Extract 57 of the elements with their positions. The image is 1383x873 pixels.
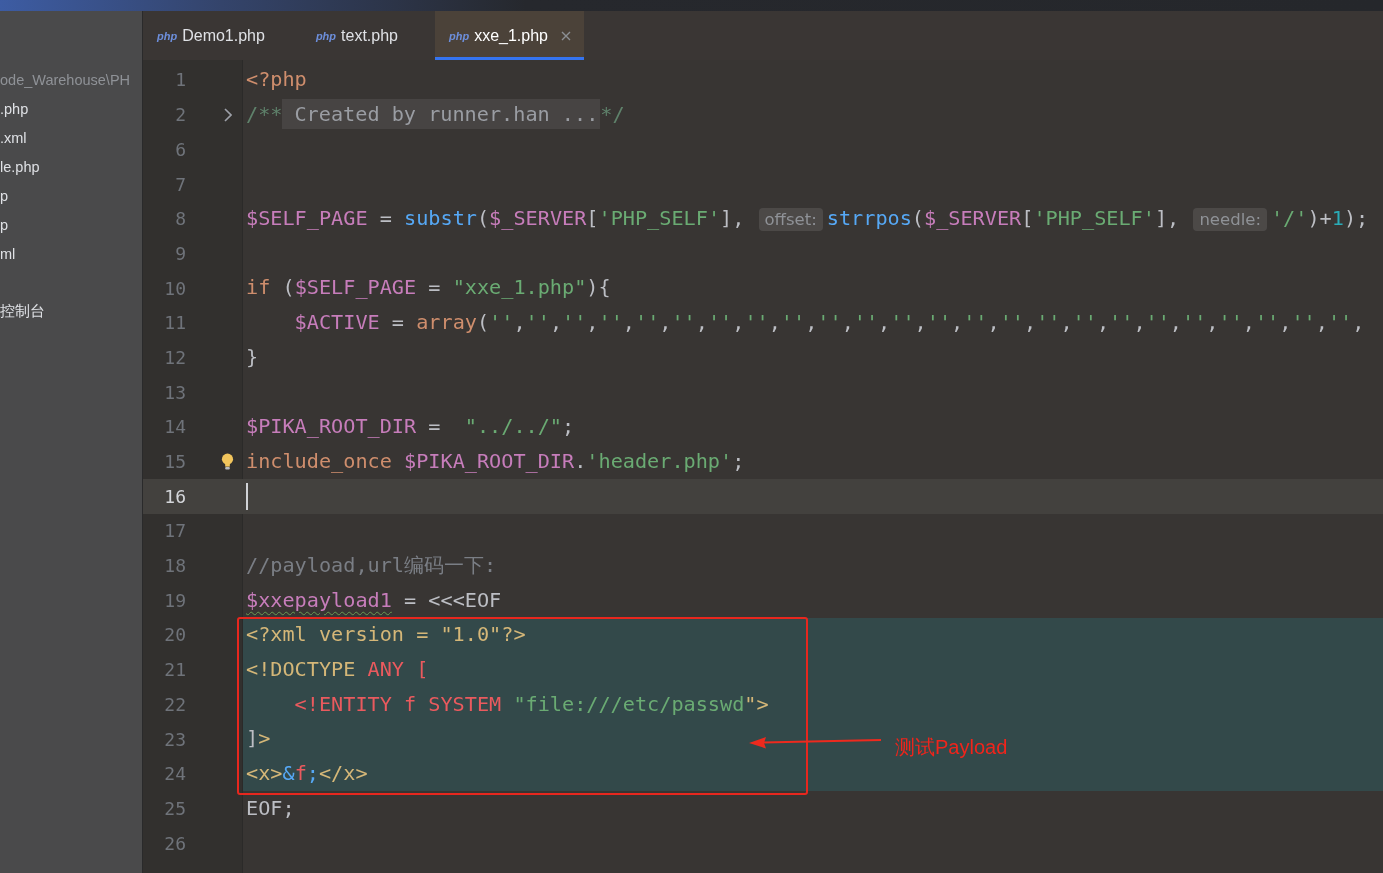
code-line: <!DOCTYPE ANY [ — [246, 657, 429, 683]
annotation-label: 测试Payload — [895, 735, 1008, 759]
file-tree-item[interactable]: p — [0, 187, 9, 204]
code-line: /** Created by runner.han ...*/ — [246, 102, 625, 128]
line-number: 23 — [164, 728, 186, 750]
line-number: 12 — [164, 346, 186, 368]
chevron-right-icon[interactable] — [224, 107, 232, 122]
line-number: 13 — [164, 381, 186, 403]
line-number: 26 — [164, 832, 186, 854]
line-number: 2 — [175, 104, 186, 126]
file-type-label: php — [315, 30, 337, 42]
line-number: 7 — [175, 173, 186, 195]
line-number: 1 — [175, 69, 186, 91]
text-cursor — [246, 482, 248, 510]
file-tree-item[interactable]: p — [0, 216, 9, 233]
line-number: 14 — [164, 416, 186, 438]
code-line: <?php — [246, 67, 307, 93]
line-number: 9 — [175, 242, 186, 264]
code-line: ]> — [246, 726, 271, 752]
line-number: 16 — [164, 485, 186, 507]
line-number: 10 — [164, 277, 186, 299]
tree-node-item[interactable]: 控制台 — [0, 302, 45, 321]
code-line: EOF; — [246, 795, 295, 821]
line-number: 20 — [164, 624, 186, 646]
file-tree-item[interactable]: .php — [0, 100, 29, 117]
line-number: 17 — [164, 520, 186, 542]
line-number: 22 — [164, 693, 186, 715]
file-tree-item[interactable]: .xml — [0, 129, 27, 146]
code-line: $xxepayload1 = <<<EOF — [246, 587, 502, 613]
code-line: <!ENTITY f SYSTEM "file:///etc/passwd"> — [293, 691, 769, 717]
file-type-label: php — [449, 30, 470, 42]
file-tab[interactable]: php Demo1.php — [143, 11, 291, 60]
code-line: if ($SELF_PAGE = "xxe_1.php"){ — [246, 275, 611, 301]
code-line: } — [246, 344, 259, 371]
close-icon[interactable] — [561, 31, 571, 41]
file-tree-item[interactable]: le.php — [0, 158, 40, 175]
code-line: //payload,url编码一下: — [246, 552, 497, 579]
code-line: $PIKA_ROOT_DIR = "../../"; — [246, 414, 575, 440]
code-line: $ACTIVE = array('','','','','','','','','','','','','','','','','','','','','','','','', — [293, 310, 1365, 336]
file-type-label: php — [157, 30, 178, 42]
line-number: 15 — [164, 451, 186, 472]
line-number: 21 — [164, 659, 186, 681]
file-tab[interactable]: php xxe_1.php — [435, 11, 584, 60]
line-number: 6 — [175, 138, 186, 160]
code-line: <x>&f;</x> — [246, 761, 368, 787]
line-number: 11 — [164, 312, 186, 334]
line-number: 18 — [164, 555, 186, 577]
file-tree-item[interactable]: ml — [0, 245, 16, 262]
lightbulb-icon[interactable] — [221, 453, 234, 470]
line-number: 8 — [175, 208, 186, 230]
file-tab[interactable]: php text.php — [301, 11, 424, 60]
line-number: 24 — [164, 763, 186, 785]
code-line: $SELF_PAGE = substr($_SERVER['PHP_SELF'], offset: strrpos($_SERVER['PHP_SELF'], needle: '/')+1); — [246, 206, 1369, 232]
code-line: <?xml version = "1.0"?> — [246, 622, 526, 648]
code-line: include_once $PIKA_ROOT_DIR.'header.php'; — [246, 448, 745, 475]
line-number: 19 — [164, 589, 186, 611]
line-number: 25 — [164, 797, 186, 819]
